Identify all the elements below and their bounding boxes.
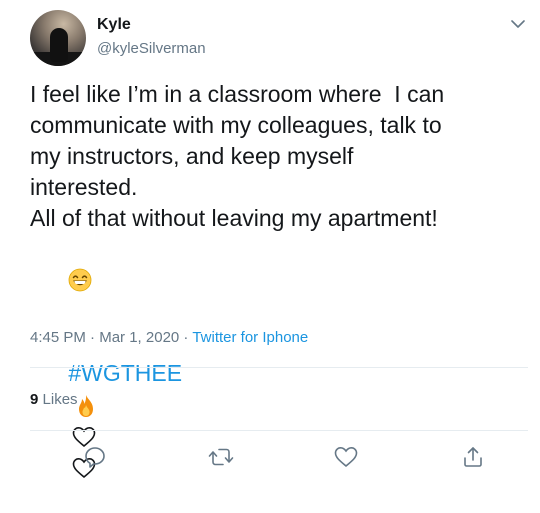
retweet-icon[interactable] (206, 442, 236, 472)
tweet-text: I feel like I’m in a classroom where I c… (30, 79, 530, 478)
avatar[interactable] (30, 10, 86, 66)
tweet-source[interactable]: Twitter for Iphone (192, 329, 308, 346)
emoji-line (30, 234, 530, 327)
fire-emoji (79, 394, 94, 417)
chevron-down-icon[interactable] (508, 14, 528, 34)
share-icon[interactable] (458, 442, 488, 472)
likes-count: 9 (30, 391, 39, 408)
hashtag-link[interactable]: #WGTHEE (68, 360, 182, 386)
user-name[interactable]: Kyle (97, 16, 131, 34)
tweet-text-line: All of that without leaving my apartment… (30, 205, 438, 231)
meta-separator: · (85, 329, 100, 346)
tweet-card: Kyle @kyleSilverman I feel like I’m in a… (0, 0, 540, 484)
tweet-time[interactable]: 4:45 PM (30, 329, 86, 346)
grinning-face-emoji (68, 268, 92, 292)
tweet-text-line: communicate with my colleagues, talk to (30, 112, 442, 138)
like-icon[interactable] (331, 442, 361, 472)
reply-icon[interactable] (80, 442, 110, 472)
avatar-silhouette (50, 28, 68, 62)
likes-stat[interactable]: 9 Likes (30, 391, 78, 408)
meta-separator: · (179, 329, 193, 346)
tweet-text-line: my instructors, and keep myself (30, 143, 354, 169)
tweet-text-line: interested. (30, 174, 138, 200)
divider (30, 430, 528, 431)
tweet-text-line: I feel like I’m in a classroom where I c… (30, 81, 445, 107)
likes-label: Likes (42, 391, 78, 408)
divider (30, 367, 528, 368)
tweet-meta: 4:45 PM · Mar 1, 2020 · Twitter for Ipho… (30, 329, 308, 346)
user-handle[interactable]: @kyleSilverman (97, 40, 206, 57)
tweet-date[interactable]: Mar 1, 2020 (99, 329, 179, 346)
